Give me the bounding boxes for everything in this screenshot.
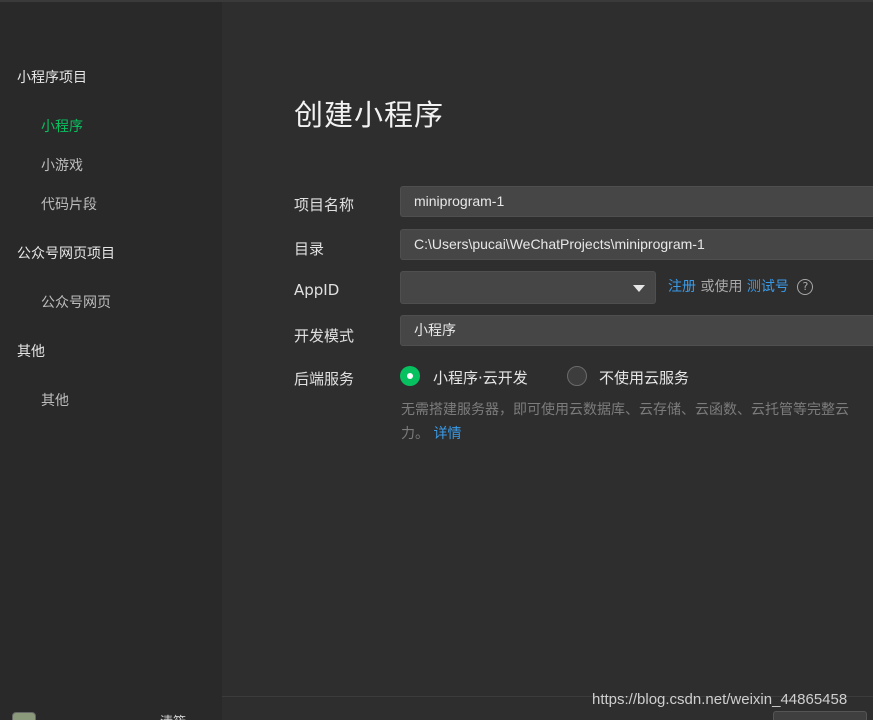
register-link[interactable]: 注册	[668, 279, 696, 295]
sidebar-item-miniprogram[interactable]: 小程序	[41, 116, 83, 136]
directory-label: 目录	[294, 240, 325, 258]
test-account-link[interactable]: 测试号	[747, 279, 789, 295]
radio-no-cloud[interactable]	[567, 366, 587, 386]
backend-label: 后端服务	[294, 370, 355, 388]
sidebar-category-official-account: 公众号网页项目	[17, 246, 115, 262]
appid-select[interactable]	[400, 271, 656, 304]
details-link[interactable]: 详情	[433, 426, 461, 442]
sidebar-category-miniprogram: 小程序项目	[17, 70, 87, 86]
dev-mode-select[interactable]: 小程序	[400, 315, 873, 346]
radio-cloud-dev[interactable]	[400, 366, 420, 386]
watermark: https://blog.csdn.net/weixin_44865458	[592, 691, 848, 708]
backend-description: 无需搭建服务器，即可使用云数据库、云存储、云函数、云托管等完整云	[401, 402, 849, 418]
appid-label: AppID	[294, 281, 340, 299]
top-divider	[0, 0, 873, 2]
project-name-input[interactable]: miniprogram-1	[400, 186, 873, 217]
sidebar-item-official-account-web[interactable]: 公众号网页	[41, 292, 111, 312]
backend-description-tail: 力。 详情	[401, 422, 461, 446]
avatar[interactable]	[12, 712, 36, 720]
sidebar-item-code-snippet[interactable]: 代码片段	[41, 194, 97, 214]
radio-cloud-dev-label[interactable]: 小程序·云开发	[433, 367, 528, 388]
sidebar-category-other: 其他	[17, 344, 45, 360]
appid-helper: 注册 或使用 测试号 ?	[668, 276, 814, 296]
directory-input[interactable]: C:\Users\pucai\WeChatProjects\miniprogra…	[400, 229, 873, 260]
project-name-label: 项目名称	[294, 196, 355, 214]
or-use-text: 或使用	[700, 279, 743, 295]
page-title: 创建小程序	[294, 98, 445, 132]
help-icon[interactable]: ?	[797, 279, 814, 295]
backend-description-end: 力。	[401, 426, 429, 442]
dev-mode-label: 开发模式	[294, 327, 355, 345]
sidebar-item-other[interactable]: 其他	[41, 390, 69, 410]
sidebar: 小程序项目 小程序 小游戏 代码片段 公众号网页项目 公众号网页 其他 其他 清…	[0, 0, 222, 720]
user-name: 清筱	[160, 711, 186, 720]
footer-button[interactable]	[773, 711, 867, 720]
caret-down-icon	[633, 285, 645, 292]
sidebar-item-minigame[interactable]: 小游戏	[41, 155, 83, 175]
radio-no-cloud-label[interactable]: 不使用云服务	[599, 367, 689, 388]
